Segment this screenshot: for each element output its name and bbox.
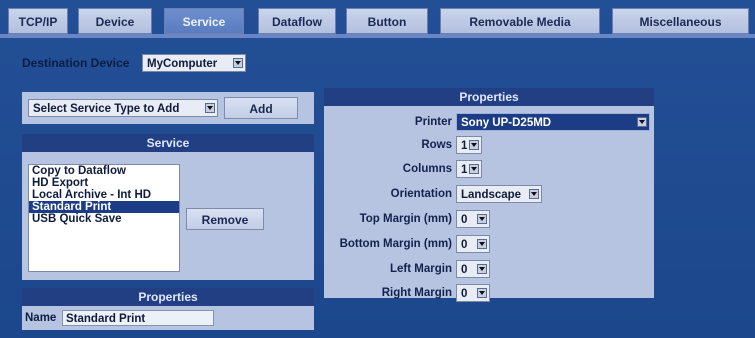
destination-device-label: Destination Device (22, 56, 130, 70)
orientation-label: Orientation (390, 188, 452, 200)
service-config-screen: TCP/IP Device Service Dataflow Button Re… (0, 0, 755, 338)
chevron-down-icon (469, 164, 479, 174)
service-list[interactable]: Copy to Dataflow HD Export Local Archive… (28, 164, 180, 272)
list-item[interactable]: Copy to Dataflow (29, 165, 179, 177)
tab-device[interactable]: Device (78, 8, 152, 34)
bottom-margin-value: 0 (461, 239, 468, 251)
chevron-down-icon (469, 140, 479, 150)
tab-strip (0, 34, 755, 38)
chevron-down-icon (477, 239, 487, 249)
top-margin-value: 0 (461, 214, 468, 226)
service-type-select[interactable]: Select Service Type to Add (28, 99, 218, 117)
list-item[interactable]: HD Export (29, 177, 179, 189)
printer-value: Sony UP-D25MD (461, 117, 552, 129)
printer-label: Printer (414, 116, 452, 128)
top-margin-label: Top Margin (mm) (359, 213, 452, 225)
properties-header: Properties (324, 88, 654, 106)
right-margin-select[interactable]: 0 (456, 284, 490, 302)
chevron-down-icon (205, 103, 215, 113)
right-margin-label: Right Margin (381, 287, 452, 299)
tab-dataflow[interactable]: Dataflow (258, 8, 336, 34)
right-margin-value: 0 (461, 288, 468, 300)
chevron-down-icon (477, 288, 487, 298)
chevron-down-icon (477, 214, 487, 224)
columns-value: 1 (461, 164, 468, 176)
service-type-value: Select Service Type to Add (33, 103, 180, 115)
printer-select[interactable]: Sony UP-D25MD (456, 113, 650, 131)
rows-select[interactable]: 1 (456, 136, 482, 154)
columns-label: Columns (402, 163, 452, 175)
tab-removable-media[interactable]: Removable Media (440, 8, 600, 34)
name-label: Name (25, 312, 57, 324)
list-item-selected[interactable]: Standard Print (29, 201, 179, 213)
lower-properties-header: Properties (22, 288, 314, 306)
list-item[interactable]: Local Archive - Int HD (29, 189, 179, 201)
left-margin-select[interactable]: 0 (456, 260, 490, 278)
chevron-down-icon (233, 58, 243, 68)
tab-service[interactable]: Service (164, 8, 244, 34)
service-panel-header: Service (22, 134, 314, 152)
tab-tcpip[interactable]: TCP/IP (8, 8, 68, 34)
rows-value: 1 (461, 140, 468, 152)
tab-button[interactable]: Button (346, 8, 428, 34)
left-margin-value: 0 (461, 264, 468, 276)
chevron-down-icon (477, 264, 487, 274)
remove-button[interactable]: Remove (186, 208, 264, 230)
name-field[interactable]: Standard Print (62, 310, 214, 326)
orientation-value: Landscape (461, 189, 522, 201)
destination-device-select[interactable]: MyComputer (142, 54, 246, 72)
bottom-margin-select[interactable]: 0 (456, 235, 490, 253)
orientation-select[interactable]: Landscape (456, 185, 542, 203)
list-item[interactable]: USB Quick Save (29, 213, 179, 225)
tab-miscellaneous[interactable]: Miscellaneous (612, 8, 749, 34)
top-margin-select[interactable]: 0 (456, 210, 490, 228)
left-margin-label: Left Margin (390, 263, 452, 275)
add-button[interactable]: Add (224, 97, 298, 119)
columns-select[interactable]: 1 (456, 160, 482, 178)
destination-device-value: MyComputer (147, 58, 218, 70)
bottom-margin-label: Bottom Margin (mm) (339, 238, 452, 250)
chevron-down-icon (529, 189, 539, 199)
chevron-down-icon (637, 117, 647, 127)
rows-label: Rows (421, 139, 452, 151)
